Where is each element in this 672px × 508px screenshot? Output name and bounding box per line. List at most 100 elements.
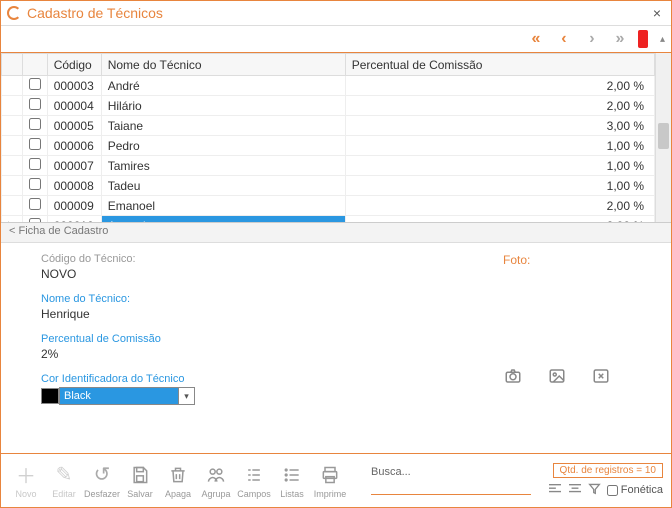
cell-pct[interactable]: 3,00 % xyxy=(345,116,654,136)
row-checkbox[interactable] xyxy=(29,218,41,222)
code-value: NOVO xyxy=(41,267,503,281)
cell-pct[interactable]: 2,00 % xyxy=(345,96,654,116)
editar-button[interactable]: ✎ Editar xyxy=(47,463,81,499)
scrollbar-thumb[interactable] xyxy=(658,123,669,149)
campos-button[interactable]: Campos xyxy=(237,463,271,499)
cell-name[interactable]: Tamires xyxy=(101,156,345,176)
cell-name[interactable]: Amanda xyxy=(101,216,345,223)
undo-icon: ↺ xyxy=(94,463,111,487)
table-row[interactable]: ▶000010Amanda2,00 % xyxy=(2,216,655,223)
col-pct[interactable]: Percentual de Comissão xyxy=(345,54,654,76)
novo-button[interactable]: ＋ Novo xyxy=(9,463,43,499)
section-header[interactable]: < Ficha de Cadastro xyxy=(1,223,671,243)
cell-pct[interactable]: 1,00 % xyxy=(345,136,654,156)
filter-icon[interactable] xyxy=(588,482,601,498)
col-code[interactable]: Código xyxy=(47,54,101,76)
row-checkbox[interactable] xyxy=(29,118,41,130)
desfazer-button[interactable]: ↺ Desfazer xyxy=(85,463,119,499)
table-row[interactable]: 000006Pedro1,00 % xyxy=(2,136,655,156)
cell-pct[interactable]: 1,00 % xyxy=(345,156,654,176)
plus-icon: ＋ xyxy=(16,463,36,487)
nav-first-icon[interactable]: « xyxy=(526,29,546,49)
listas-label: Listas xyxy=(280,489,304,499)
cell-pct[interactable]: 1,00 % xyxy=(345,176,654,196)
campos-label: Campos xyxy=(237,489,271,499)
row-indicator xyxy=(2,196,23,216)
group-icon xyxy=(205,463,227,487)
grid-scrollbar[interactable] xyxy=(655,53,671,222)
apaga-button[interactable]: Apaga xyxy=(161,463,195,499)
cell-code[interactable]: 000009 xyxy=(47,196,101,216)
desfazer-label: Desfazer xyxy=(84,489,120,499)
pencil-icon: ✎ xyxy=(56,463,73,487)
pct-value[interactable]: 2% xyxy=(41,347,503,361)
save-icon xyxy=(130,463,150,487)
cell-name[interactable]: Taiane xyxy=(101,116,345,136)
table-row[interactable]: 000005Taiane3,00 % xyxy=(2,116,655,136)
cell-code[interactable]: 000004 xyxy=(47,96,101,116)
imprime-label: Imprime xyxy=(314,489,347,499)
cell-name[interactable]: André xyxy=(101,76,345,96)
imprime-button[interactable]: Imprime xyxy=(313,463,347,499)
cell-code[interactable]: 000003 xyxy=(47,76,101,96)
camera-icon[interactable] xyxy=(503,367,523,390)
align-left-icon[interactable] xyxy=(548,483,562,498)
cell-code[interactable]: 000006 xyxy=(47,136,101,156)
fonetica-input[interactable] xyxy=(607,485,618,496)
trash-icon xyxy=(168,463,188,487)
cell-pct[interactable]: 2,00 % xyxy=(345,76,654,96)
close-icon[interactable]: × xyxy=(649,5,665,21)
row-checkbox[interactable] xyxy=(29,198,41,210)
cell-name[interactable]: Emanoel xyxy=(101,196,345,216)
col-row-indicator xyxy=(2,54,23,76)
cell-code[interactable]: 000010 xyxy=(47,216,101,223)
table-row[interactable]: 000004Hilário2,00 % xyxy=(2,96,655,116)
name-value[interactable]: Henrique xyxy=(41,307,503,321)
detail-form: Código do Técnico: NOVO Nome do Técnico:… xyxy=(1,243,671,453)
row-indicator xyxy=(2,76,23,96)
row-indicator xyxy=(2,116,23,136)
listas-button[interactable]: Listas xyxy=(275,463,309,499)
row-checkbox[interactable] xyxy=(29,178,41,190)
nav-last-icon[interactable]: » xyxy=(610,29,630,49)
image-add-icon[interactable] xyxy=(547,367,567,390)
cell-name[interactable]: Pedro xyxy=(101,136,345,156)
bottom-toolbar: ＋ Novo ✎ Editar ↺ Desfazer Salvar Apaga xyxy=(1,453,671,507)
list-icon xyxy=(282,463,302,487)
cell-pct[interactable]: 2,00 % xyxy=(345,196,654,216)
agrupa-label: Agrupa xyxy=(201,489,230,499)
table-row[interactable]: 000007Tamires1,00 % xyxy=(2,156,655,176)
code-label: Código do Técnico: xyxy=(41,253,503,265)
cell-code[interactable]: 000007 xyxy=(47,156,101,176)
table-row[interactable]: 000009Emanoel2,00 % xyxy=(2,196,655,216)
agrupa-button[interactable]: Agrupa xyxy=(199,463,233,499)
nav-prev-icon[interactable]: ‹ xyxy=(554,29,574,49)
search-input[interactable] xyxy=(371,480,531,495)
cell-code[interactable]: 000008 xyxy=(47,176,101,196)
cell-name[interactable]: Hilário xyxy=(101,96,345,116)
nav-next-icon[interactable]: › xyxy=(582,29,602,49)
chevron-down-icon[interactable]: ▾ xyxy=(179,387,195,405)
name-label: Nome do Técnico: xyxy=(41,293,503,305)
row-checkbox[interactable] xyxy=(29,158,41,170)
salvar-button[interactable]: Salvar xyxy=(123,463,157,499)
technicians-grid[interactable]: Código Nome do Técnico Percentual de Com… xyxy=(1,53,655,222)
align-center-icon[interactable] xyxy=(568,483,582,498)
record-nav-bar: « ‹ › » ▴ xyxy=(1,25,671,53)
collapse-up-icon[interactable]: ▴ xyxy=(660,34,665,45)
photo-label: Foto: xyxy=(503,253,663,267)
cell-pct[interactable]: 2,00 % xyxy=(345,216,654,223)
fonetica-checkbox[interactable]: Fonética xyxy=(607,484,663,496)
cell-code[interactable]: 000005 xyxy=(47,116,101,136)
row-checkbox[interactable] xyxy=(29,98,41,110)
table-row[interactable]: 000003André2,00 % xyxy=(2,76,655,96)
col-name[interactable]: Nome do Técnico xyxy=(101,54,345,76)
table-row[interactable]: 000008Tadeu1,00 % xyxy=(2,176,655,196)
row-checkbox[interactable] xyxy=(29,78,41,90)
row-indicator xyxy=(2,96,23,116)
color-select-value: Black xyxy=(64,390,91,402)
color-select[interactable]: Black xyxy=(59,387,179,405)
cell-name[interactable]: Tadeu xyxy=(101,176,345,196)
image-remove-icon[interactable] xyxy=(591,367,611,390)
row-checkbox[interactable] xyxy=(29,138,41,150)
